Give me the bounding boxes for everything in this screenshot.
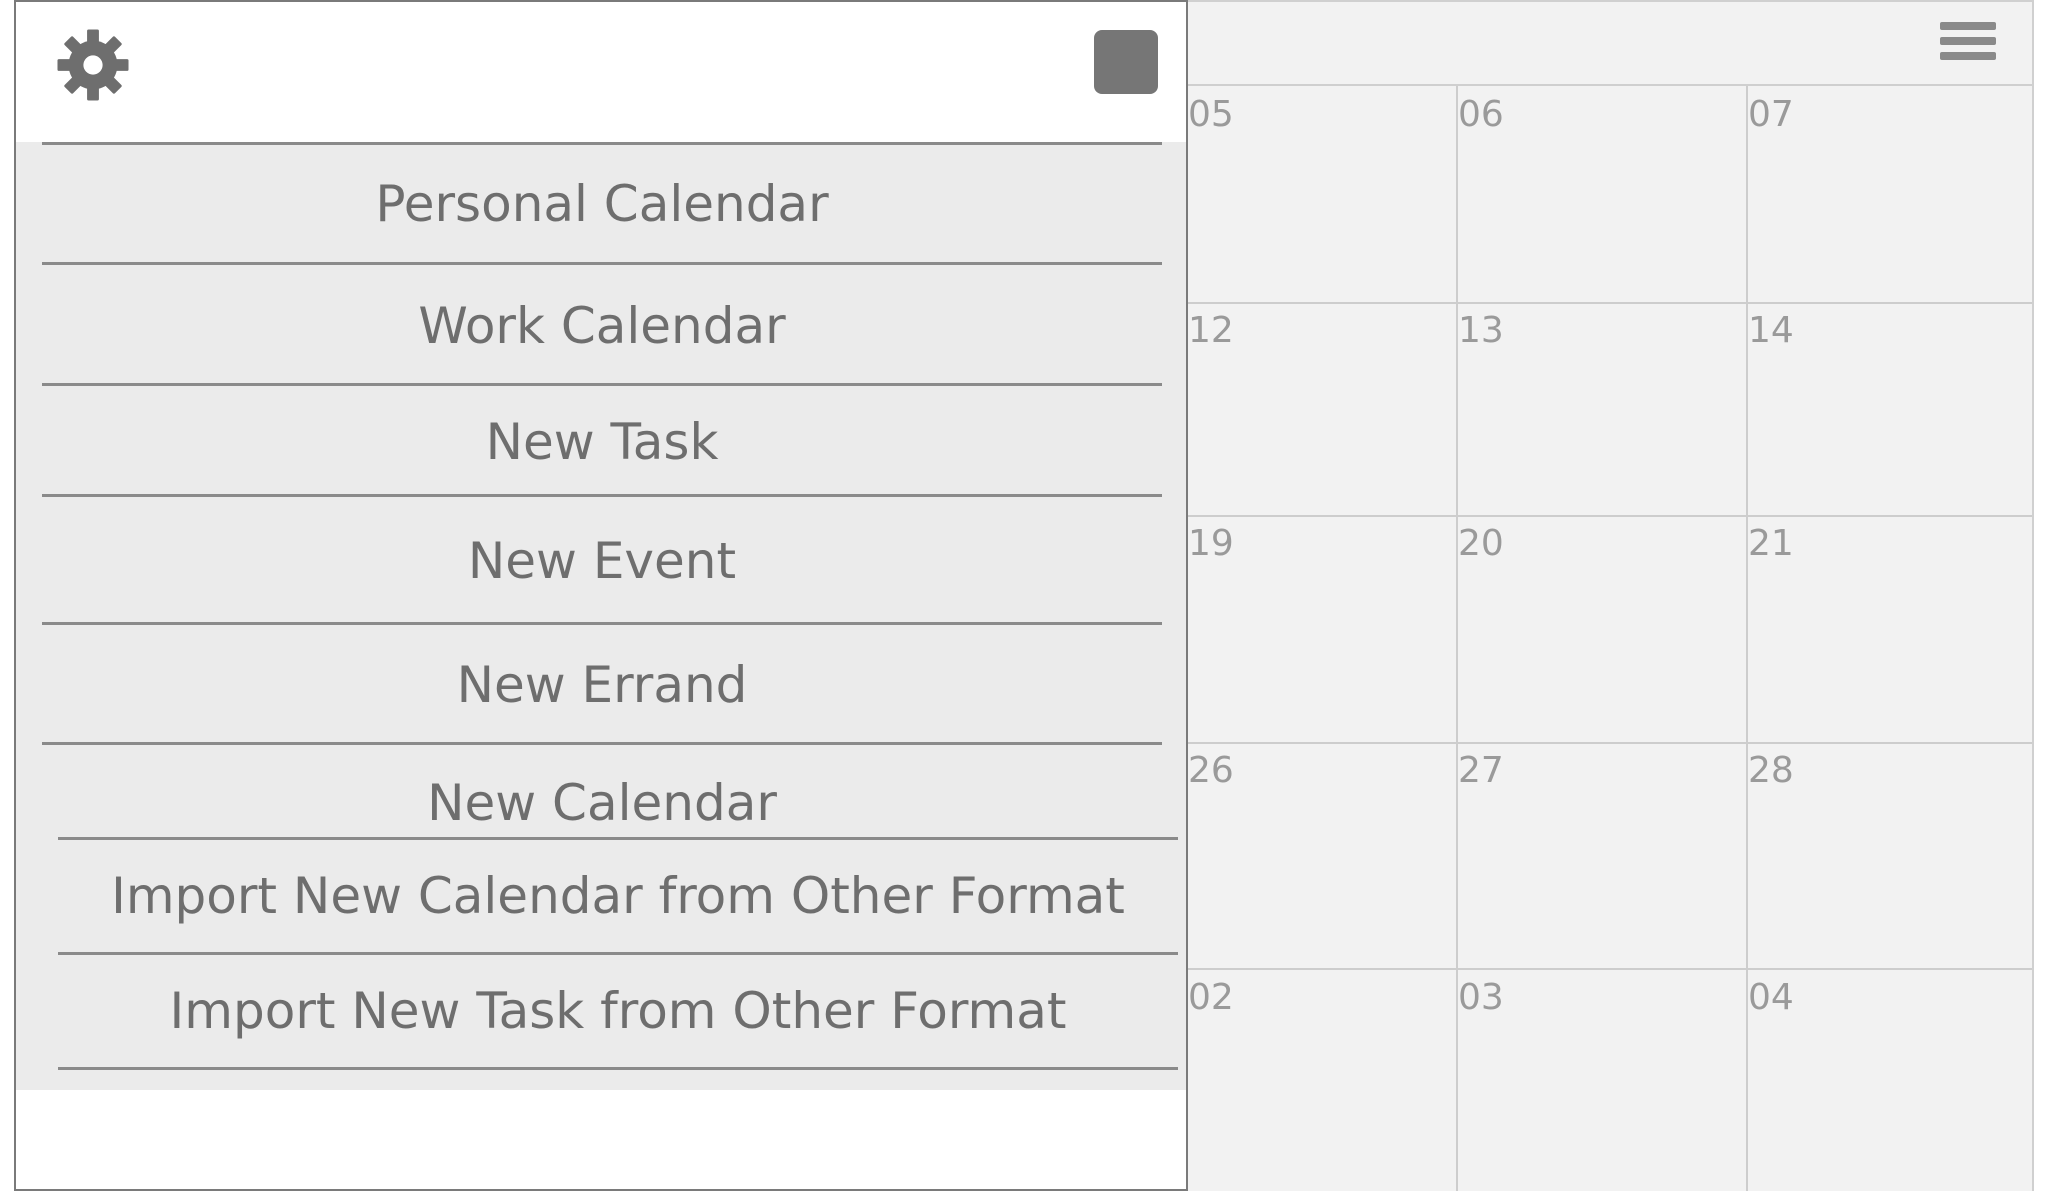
day-number[interactable]: 21 — [1748, 526, 1794, 562]
drawer-header — [16, 2, 1186, 142]
day-number[interactable]: 06 — [1458, 97, 1504, 133]
day-number[interactable]: 13 — [1458, 313, 1504, 349]
day-number[interactable]: 07 — [1748, 97, 1794, 133]
day-number[interactable]: 02 — [1188, 980, 1234, 1016]
day-number[interactable]: 12 — [1188, 313, 1234, 349]
grid-line — [1746, 86, 1748, 1191]
menu-item-personal-calendar[interactable]: Personal Calendar — [42, 142, 1162, 265]
day-number[interactable]: 27 — [1458, 753, 1504, 789]
hamburger-menu-icon[interactable] — [1940, 22, 1996, 70]
calendar-month-view: 05 06 07 12 13 14 19 20 21 26 27 28 02 0… — [1186, 0, 2034, 1191]
menu-item-work-calendar[interactable]: Work Calendar — [42, 265, 1162, 386]
grid-line — [1186, 515, 2032, 517]
menu-item-import-calendar[interactable]: Import New Calendar from Other Format — [58, 840, 1178, 952]
menu-item-new-errand[interactable]: New Errand — [42, 625, 1162, 745]
drawer-menu: Personal Calendar Work Calendar New Task… — [16, 142, 1186, 1090]
day-number[interactable]: 03 — [1458, 980, 1504, 1016]
menu-item-import-task[interactable]: Import New Task from Other Format — [58, 955, 1178, 1067]
calendar-header — [1186, 2, 2032, 86]
grid-line — [1186, 302, 2032, 304]
menu-item-new-event[interactable]: New Event — [42, 497, 1162, 625]
menu-separator — [58, 1067, 1178, 1070]
grid-line — [1186, 742, 2032, 744]
gear-icon[interactable] — [56, 28, 130, 102]
app-window: 05 06 07 12 13 14 19 20 21 26 27 28 02 0… — [0, 0, 2046, 1203]
day-number[interactable]: 04 — [1748, 980, 1794, 1016]
side-drawer: Personal Calendar Work Calendar New Task… — [14, 0, 1188, 1191]
day-number[interactable]: 26 — [1188, 753, 1234, 789]
day-number[interactable]: 20 — [1458, 526, 1504, 562]
menu-item-new-task[interactable]: New Task — [42, 386, 1162, 497]
day-number[interactable]: 05 — [1188, 97, 1234, 133]
grid-line — [1186, 968, 2032, 970]
close-drawer-button[interactable] — [1094, 30, 1158, 94]
day-number[interactable]: 28 — [1748, 753, 1794, 789]
day-number[interactable]: 19 — [1188, 526, 1234, 562]
day-number[interactable]: 14 — [1748, 313, 1794, 349]
grid-line — [1456, 86, 1458, 1191]
